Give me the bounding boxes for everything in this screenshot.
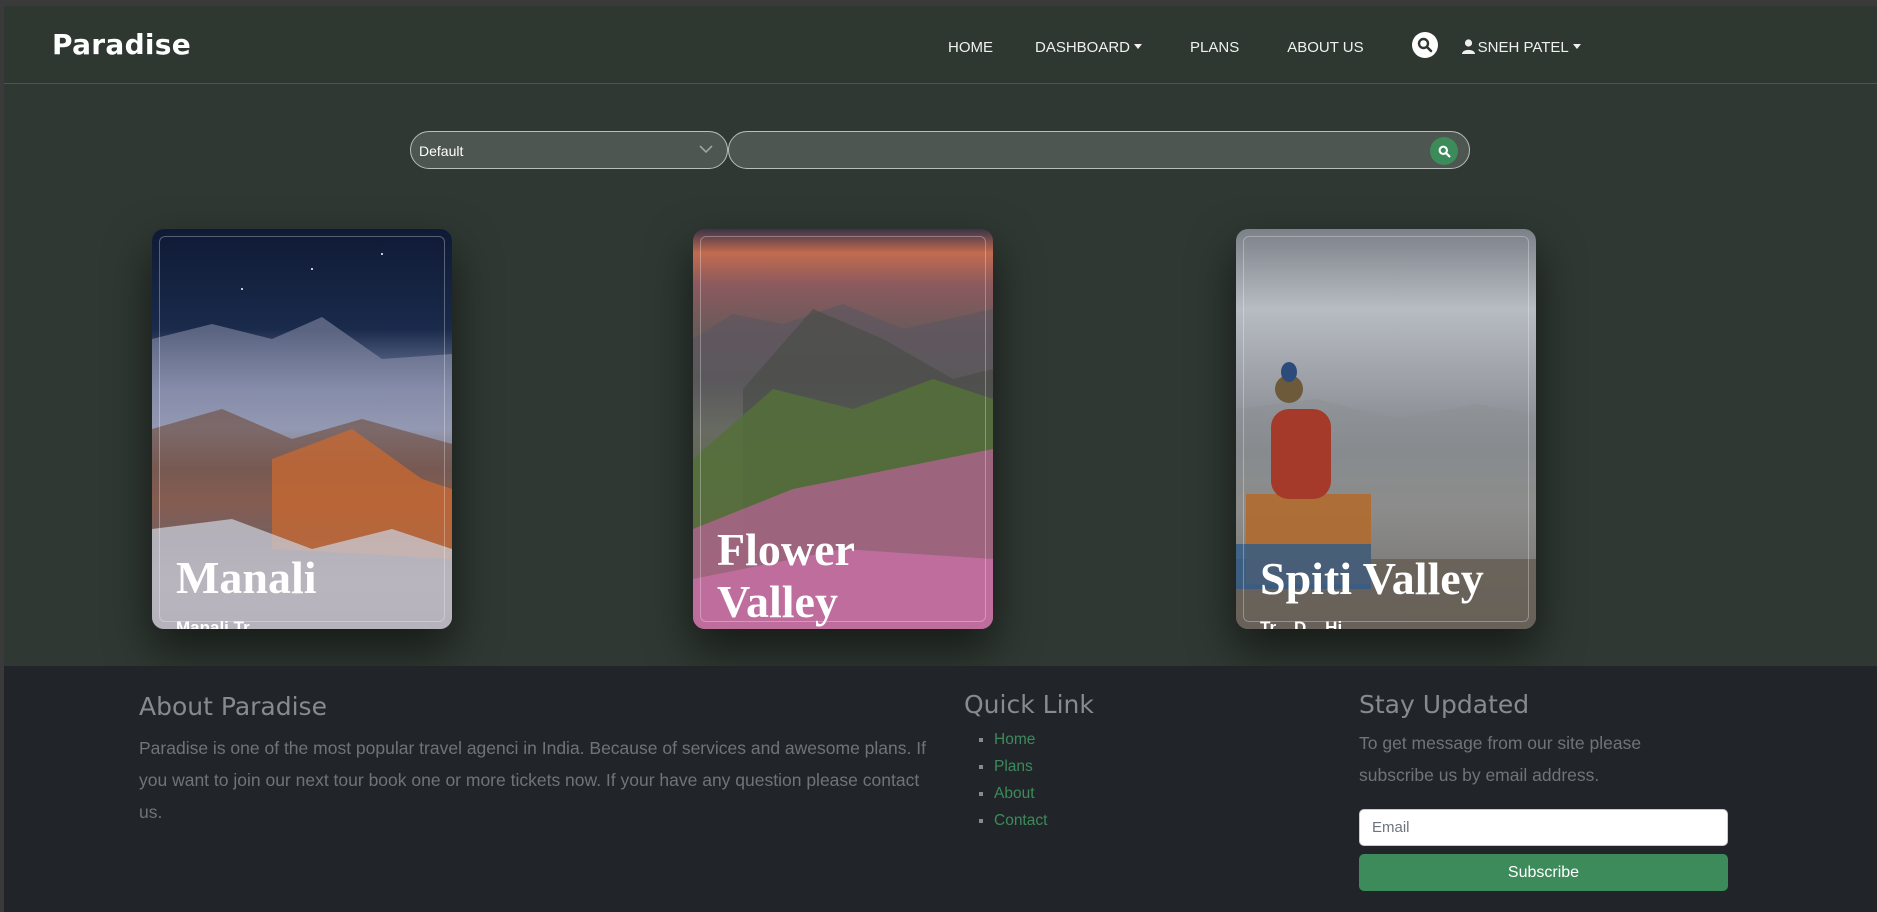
search-submit-button[interactable] xyxy=(1430,137,1458,165)
stay-updated-text: To get message from our site please subs… xyxy=(1359,733,1642,785)
brand-logo[interactable]: Paradise xyxy=(52,28,191,61)
email-field[interactable] xyxy=(1359,809,1728,846)
list-item: About xyxy=(994,780,1047,807)
nav-links: HOME DASHBOARD PLANS ABOUT US SNEH PATEL xyxy=(948,32,1581,58)
destination-card-flower-valley[interactable]: Flower Valley xyxy=(693,229,993,629)
footer-link-plans[interactable]: Plans xyxy=(994,758,1033,775)
nav-search-button[interactable] xyxy=(1411,32,1438,58)
about-heading: About Paradise xyxy=(139,692,327,721)
subscribe-button[interactable]: Subscribe xyxy=(1359,854,1728,891)
footer-link-contact[interactable]: Contact xyxy=(994,812,1047,829)
nav-about-us[interactable]: ABOUT US xyxy=(1287,39,1363,56)
nav-user-dropdown[interactable]: SNEH PATEL xyxy=(1461,38,1581,56)
card-subtitle: Tr... D... Hi... xyxy=(1260,618,1357,629)
caret-down-icon xyxy=(1134,43,1143,49)
destination-card-manali[interactable]: Manali Manali Tr... xyxy=(152,229,452,629)
card-title: Spiti Valley xyxy=(1260,553,1484,604)
chevron-down-icon xyxy=(699,145,713,154)
quick-link-heading: Quick Link xyxy=(964,690,1094,719)
list-item: Plans xyxy=(994,753,1047,780)
card-subtitle: Manali Tr... xyxy=(176,618,263,629)
nav-user-name: SNEH PATEL xyxy=(1477,38,1569,56)
search-icon xyxy=(1417,37,1432,53)
nav-dashboard-dropdown[interactable]: DASHBOARD xyxy=(1035,38,1143,56)
nav-dashboard-label: DASHBOARD xyxy=(1035,38,1131,56)
about-text: Paradise is one of the most popular trav… xyxy=(139,738,926,822)
caret-down-icon xyxy=(1572,43,1581,49)
search-input[interactable] xyxy=(729,132,1409,168)
quick-link-list: Home Plans About Contact xyxy=(964,726,1047,834)
nav-home[interactable]: HOME xyxy=(948,39,993,56)
category-select-value: Default xyxy=(419,143,464,159)
user-icon xyxy=(1461,38,1475,54)
card-title: Manali xyxy=(176,552,317,603)
card-title: Flower Valley xyxy=(717,524,855,627)
list-item: Home xyxy=(994,726,1047,753)
footer-link-about[interactable]: About xyxy=(994,785,1035,802)
search-field xyxy=(728,131,1470,169)
destination-card-spiti-valley[interactable]: Spiti Valley Tr... D... Hi... xyxy=(1236,229,1536,629)
stay-updated-heading: Stay Updated xyxy=(1359,690,1530,719)
nav-plans[interactable]: PLANS xyxy=(1190,39,1239,56)
search-icon xyxy=(1438,145,1451,158)
footer-link-home[interactable]: Home xyxy=(994,731,1035,748)
category-select[interactable]: Default xyxy=(410,131,728,169)
window-left-border xyxy=(0,0,4,912)
footer: About Paradise Paradise is one of the mo… xyxy=(4,666,1877,912)
list-item: Contact xyxy=(994,807,1047,834)
navbar: Paradise HOME DASHBOARD PLANS ABOUT US S… xyxy=(4,6,1877,84)
